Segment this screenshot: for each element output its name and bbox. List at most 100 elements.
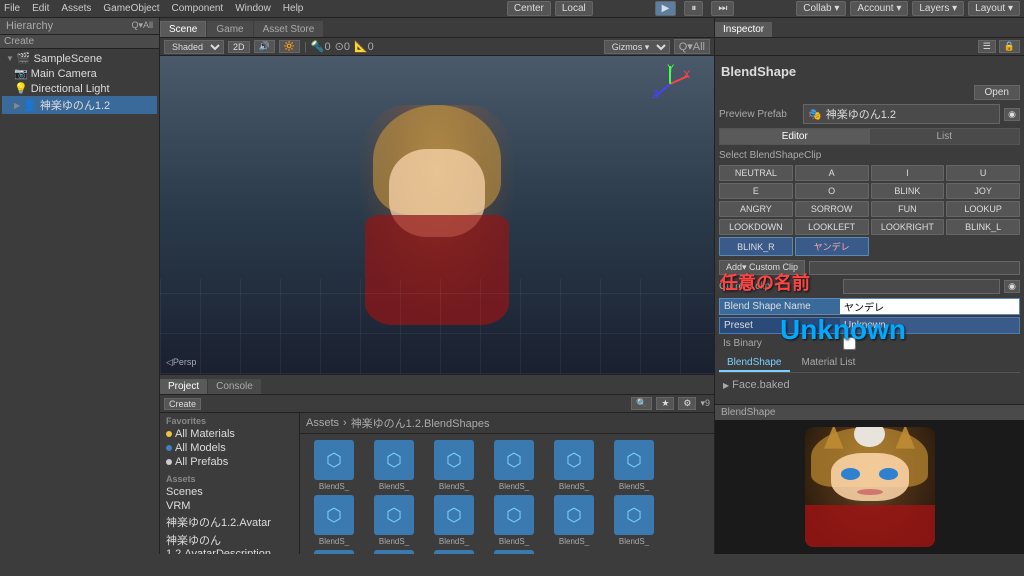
project-item-avatar[interactable]: 神楽ゆのん1.2.Avatar (162, 513, 297, 531)
top-menu-bar: File Edit Assets GameObject Component Wi… (0, 0, 1024, 18)
add-clip-input[interactable] (809, 261, 1020, 275)
hierarchy-item-dirlight[interactable]: 💡 Directional Light (2, 81, 157, 96)
hierarchy-search[interactable]: Q▾All (131, 20, 153, 32)
asset-item[interactable]: ⬡ BlendS_ (366, 440, 422, 491)
blend-btn-lookdown[interactable]: LOOKDOWN (719, 219, 793, 235)
inspector-lock-btn[interactable]: 🔒 (999, 40, 1020, 53)
asset-item[interactable]: ⬡ BlendS_ (306, 495, 362, 546)
preview-body (715, 420, 1024, 554)
fx-btn[interactable]: 🔆 (279, 40, 300, 53)
blend-btn-blink-l[interactable]: BLINK_L (946, 219, 1020, 235)
asset-item[interactable]: ⬡ BlendS_ (306, 440, 362, 491)
camera-icon: 📷 (14, 67, 28, 80)
scene-search[interactable]: Q▾All (674, 39, 710, 54)
tab-console[interactable]: Console (208, 379, 261, 394)
asset-item[interactable]: ⬡ BlendS_ (606, 440, 662, 491)
layers-button[interactable]: Layers ▾ (912, 1, 964, 16)
menu-assets[interactable]: Assets (61, 3, 91, 14)
tab-project[interactable]: Project (160, 379, 207, 394)
project-item-all-models[interactable]: All Models (162, 441, 297, 455)
search-btn[interactable]: 🔍 (631, 397, 652, 410)
layout-button[interactable]: Layout ▾ (968, 1, 1020, 16)
blend-btn-fun[interactable]: FUN (871, 201, 945, 217)
menu-help[interactable]: Help (283, 3, 304, 14)
bs-tab-material[interactable]: Material List (794, 355, 864, 372)
gizmos-dropdown[interactable]: Gizmos ▾ (604, 40, 670, 54)
current-clip-input[interactable] (843, 279, 1000, 294)
menu-gameobject[interactable]: GameObject (103, 3, 159, 14)
asset-item[interactable]: ⬡ BlendS_ (366, 495, 422, 546)
menu-component[interactable]: Component (172, 3, 224, 14)
preview-prefab-value[interactable]: 🎭 神楽ゆのん1.2 (803, 104, 1000, 124)
asset-item[interactable]: ⬡ BlendS_ (546, 440, 602, 491)
shaded-dropdown[interactable]: Shaded (164, 40, 224, 54)
tab-list[interactable]: List (870, 129, 1020, 144)
inspector-menu-btn[interactable]: ☰ (978, 40, 996, 53)
menu-edit[interactable]: Edit (32, 3, 49, 14)
blend-btn-o[interactable]: O (795, 183, 869, 199)
asset-item[interactable]: ⬡ BlendS_ (486, 495, 542, 546)
hierarchy-item-samplescene[interactable]: ▼ 🎬 SampleScene (2, 51, 157, 66)
account-button[interactable]: Account ▾ (850, 1, 908, 16)
asset-icon: ⬡ (374, 550, 414, 554)
star-btn[interactable]: ★ (656, 397, 674, 410)
is-binary-checkbox[interactable] (843, 337, 856, 350)
step-button[interactable]: ⏭ (711, 1, 734, 16)
tab-scene[interactable]: Scene (160, 21, 206, 37)
asset-item[interactable]: ⬡ BlendS_ (426, 550, 482, 554)
blend-btn-blink[interactable]: BLINK (871, 183, 945, 199)
face-item[interactable]: ▶ Face.baked (719, 377, 1020, 393)
blend-btn-sorrow[interactable]: SORROW (795, 201, 869, 217)
asset-item[interactable]: ⬡ BlendS_ (606, 495, 662, 546)
blend-btn-joy[interactable]: JOY (946, 183, 1020, 199)
transform-center-btn[interactable]: Center (507, 1, 551, 16)
project-item-scenes[interactable]: Scenes (162, 485, 297, 499)
asset-item[interactable]: ⬡ BlendS_ (306, 550, 362, 554)
blend-btn-u[interactable]: U (946, 165, 1020, 181)
blend-btn-yandere[interactable]: ヤンデレ (795, 237, 869, 256)
asset-item[interactable]: ⬡ BlendS_ (486, 440, 542, 491)
collab-button[interactable]: Collab ▾ (796, 1, 846, 16)
blend-btn-angry[interactable]: ANGRY (719, 201, 793, 217)
project-item-vrm[interactable]: VRM (162, 499, 297, 513)
tab-inspector[interactable]: Inspector (715, 22, 772, 37)
tab-editor[interactable]: Editor (720, 129, 870, 144)
asset-item[interactable]: ⬡ BlendS_ (546, 495, 602, 546)
blend-btn-lookleft[interactable]: LOOKLEFT (795, 219, 869, 235)
blend-btn-lookright[interactable]: LOOKRIGHT (871, 219, 945, 235)
project-create-btn[interactable]: Create (164, 398, 201, 410)
blend-btn-blink-r[interactable]: BLINK_R (719, 237, 793, 256)
pause-button[interactable]: ⏸ (684, 1, 703, 16)
blend-btn-neutral[interactable]: NEUTRAL (719, 165, 793, 181)
blend-btn-lookup[interactable]: LOOKUP (946, 201, 1020, 217)
asset-item[interactable]: ⬡ BlendS_ (426, 440, 482, 491)
project-item-avatar-desc[interactable]: 神楽ゆのん1.2.AvatarDescription (162, 531, 297, 554)
settings-btn[interactable]: ⚙ (678, 397, 696, 410)
hierarchy-item-character[interactable]: ▶ 👤 神楽ゆのん1.2 (2, 96, 157, 114)
add-clip-btn[interactable]: Add▾ Custom Clip (719, 260, 805, 275)
blend-btn-a[interactable]: A (795, 165, 869, 181)
project-item-all-prefabs[interactable]: All Prefabs (162, 455, 297, 469)
tab-asset-store[interactable]: Asset Store (254, 21, 324, 37)
asset-item[interactable]: ⬡ BlendS_ (366, 550, 422, 554)
play-button[interactable]: ▶ (655, 1, 677, 16)
transform-local-btn[interactable]: Local (555, 1, 593, 16)
current-clip-search-btn[interactable]: ◉ (1004, 280, 1020, 293)
project-item-all-materials[interactable]: All Materials (162, 427, 297, 441)
hierarchy-item-maincamera[interactable]: 📷 Main Camera (2, 66, 157, 81)
asset-item[interactable]: ⬡ BlendS_ (486, 550, 542, 554)
bs-tab-blendshape[interactable]: BlendShape (719, 355, 790, 372)
asset-item[interactable]: ⬡ BlendS_ (426, 495, 482, 546)
hierarchy-create-btn[interactable]: Create (0, 35, 159, 49)
menu-window[interactable]: Window (235, 3, 271, 14)
blend-btn-e[interactable]: E (719, 183, 793, 199)
is-binary-row: Is Binary (719, 336, 1020, 351)
tab-game[interactable]: Game (207, 21, 252, 37)
preview-search-btn[interactable]: ◉ (1004, 108, 1020, 121)
blend-shape-name-input[interactable] (840, 299, 1019, 314)
menu-file[interactable]: File (4, 3, 20, 14)
audio-btn[interactable]: 🔊 (254, 40, 275, 53)
open-button[interactable]: Open (974, 85, 1020, 100)
blend-btn-i[interactable]: I (871, 165, 945, 181)
2d-btn[interactable]: 2D (228, 41, 250, 53)
